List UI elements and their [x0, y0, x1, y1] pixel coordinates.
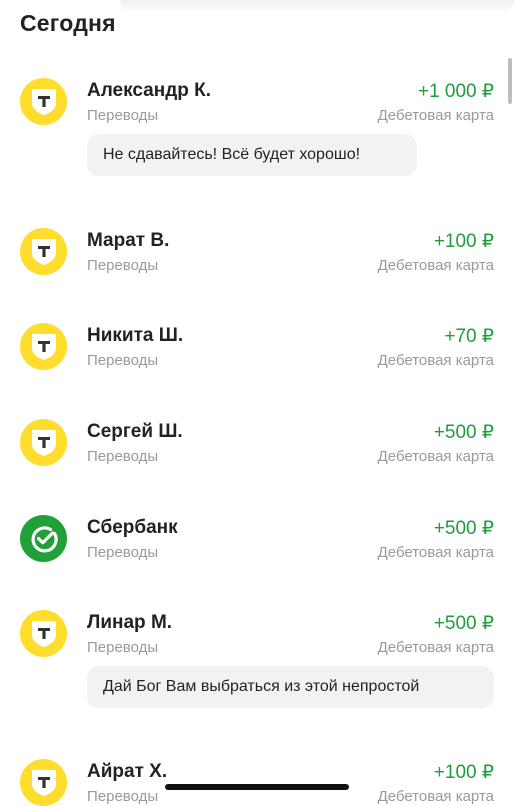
tbank-shield-glyph	[31, 769, 56, 796]
transfer-message: Дай Бог Вам выбраться из этой непростой	[87, 666, 494, 708]
account-name: Дебетовая карта	[377, 257, 494, 274]
sender-name: Марат В.	[87, 230, 170, 251]
tbank-shield-glyph	[31, 333, 56, 360]
tbank-shield-glyph	[31, 429, 56, 456]
account-name: Дебетовая карта	[377, 352, 494, 369]
tbank-shield-icon	[20, 323, 67, 370]
transaction-amount: +500 ₽	[433, 613, 494, 634]
tbank-shield-glyph	[31, 238, 56, 265]
transaction-category: Переводы	[87, 352, 159, 369]
transaction-category: Переводы	[87, 639, 159, 656]
account-name: Дебетовая карта	[377, 544, 494, 561]
section-title-today: Сегодня	[20, 10, 116, 36]
account-name: Дебетовая карта	[377, 788, 494, 805]
tbank-shield-glyph	[31, 620, 56, 647]
tbank-shield-icon	[20, 228, 67, 275]
sender-name: Александр К.	[87, 80, 212, 101]
transaction-amount: +500 ₽	[433, 422, 494, 443]
top-edge-shadow	[120, 0, 514, 14]
sender-name: Айрат Х.	[87, 761, 168, 782]
transaction-amount: +1 000 ₽	[417, 81, 494, 102]
transaction-amount: +500 ₽	[433, 518, 494, 539]
sber-check-glyph	[31, 525, 58, 552]
sender-name: Сергей Ш.	[87, 421, 183, 442]
tbank-shield-glyph	[31, 88, 56, 115]
scrollbar[interactable]	[508, 58, 512, 104]
transaction-category: Переводы	[87, 107, 159, 124]
transaction-amount: +100 ₽	[433, 762, 494, 783]
account-name: Дебетовая карта	[377, 448, 494, 465]
transfer-message: Не сдавайтесь! Всё будет хорошо!	[87, 134, 417, 176]
tbank-shield-icon	[20, 610, 67, 657]
tbank-shield-icon	[20, 419, 67, 466]
transaction-amount: +70 ₽	[444, 326, 494, 347]
tbank-shield-icon	[20, 759, 67, 806]
sber-check-icon	[20, 515, 67, 562]
transaction-category: Переводы	[87, 448, 159, 465]
transaction-category: Переводы	[87, 257, 159, 274]
sender-name: Линар М.	[87, 612, 173, 633]
sender-name: Никита Ш.	[87, 325, 184, 346]
home-indicator[interactable]	[165, 784, 349, 790]
tbank-shield-icon	[20, 78, 67, 125]
transaction-category: Переводы	[87, 788, 159, 805]
account-name: Дебетовая карта	[377, 639, 494, 656]
transaction-amount: +100 ₽	[433, 231, 494, 252]
account-name: Дебетовая карта	[377, 107, 494, 124]
sender-name: Сбербанк	[87, 517, 178, 538]
transaction-category: Переводы	[87, 544, 159, 561]
